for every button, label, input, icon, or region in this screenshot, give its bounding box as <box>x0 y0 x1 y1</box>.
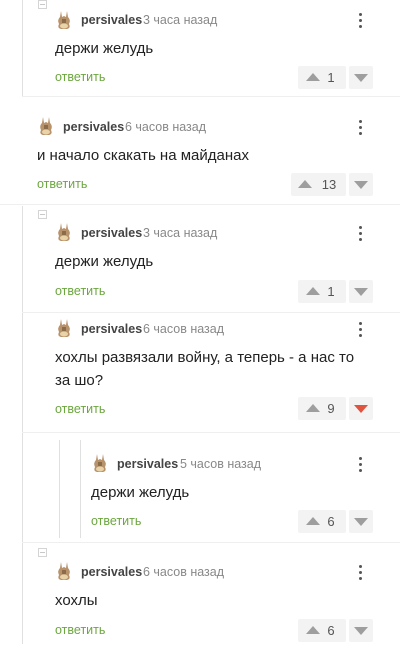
thread-line <box>59 440 60 538</box>
bunny-avatar-icon[interactable] <box>55 222 73 242</box>
reply-link[interactable]: ответить <box>55 402 105 416</box>
author-name[interactable]: persivales <box>81 226 142 240</box>
downvote-arrow-icon[interactable] <box>354 74 368 82</box>
rating-count: 1 <box>327 70 335 85</box>
divider <box>22 96 400 97</box>
comment-time[interactable]: 5 часов назад <box>180 457 261 471</box>
divider <box>0 204 400 205</box>
comment-text: хохлы <box>55 592 98 609</box>
upvote-arrow-icon[interactable] <box>298 180 312 188</box>
reply-link[interactable]: ответить <box>55 623 105 637</box>
comment-text: держи желудь <box>55 40 154 57</box>
collapse-toggle[interactable] <box>38 548 47 557</box>
comment-time[interactable]: 3 часа назад <box>143 13 217 27</box>
downvote-arrow-icon[interactable] <box>354 518 368 526</box>
divider <box>22 432 400 433</box>
bunny-avatar-icon[interactable] <box>91 453 109 473</box>
upvote-arrow-icon[interactable] <box>306 404 320 412</box>
upvote-arrow-icon[interactable] <box>306 287 320 295</box>
author-name[interactable]: persivales <box>117 457 178 471</box>
downvote-arrow-icon[interactable] <box>354 627 368 635</box>
thread-line <box>80 440 81 538</box>
more-vertical-icon[interactable] <box>359 457 363 473</box>
collapse-toggle[interactable] <box>38 210 47 219</box>
reply-link[interactable]: ответить <box>91 514 141 528</box>
bunny-avatar-icon[interactable] <box>37 116 55 136</box>
more-vertical-icon[interactable] <box>359 565 363 581</box>
more-vertical-icon[interactable] <box>359 226 363 242</box>
more-vertical-icon[interactable] <box>359 13 363 29</box>
upvote-arrow-icon[interactable] <box>306 626 320 634</box>
reply-link[interactable]: ответить <box>37 177 87 191</box>
rating-count: 9 <box>327 401 335 416</box>
downvote-arrow-icon[interactable] <box>354 405 368 413</box>
collapse-toggle[interactable] <box>38 0 47 9</box>
rating-count: 13 <box>321 177 337 192</box>
comment-time[interactable]: 6 часов назад <box>143 322 224 336</box>
divider <box>22 542 400 543</box>
comment-time[interactable]: 6 часов назад <box>143 565 224 579</box>
rating-count: 1 <box>327 284 335 299</box>
upvote-arrow-icon[interactable] <box>306 73 320 81</box>
bunny-avatar-icon[interactable] <box>55 561 73 581</box>
comment-text: и начало скакать на майданах <box>37 147 249 164</box>
thread-line <box>22 206 23 644</box>
downvote-arrow-icon[interactable] <box>354 181 368 189</box>
comment-time[interactable]: 3 часа назад <box>143 226 217 240</box>
upvote-arrow-icon[interactable] <box>306 517 320 525</box>
bunny-avatar-icon[interactable] <box>55 10 73 30</box>
reply-link[interactable]: ответить <box>55 70 105 84</box>
reply-link[interactable]: ответить <box>55 284 105 298</box>
author-name[interactable]: persivales <box>63 120 124 134</box>
rating-count: 6 <box>327 514 335 529</box>
divider <box>22 312 400 313</box>
more-vertical-icon[interactable] <box>359 322 363 338</box>
comment-text: держи желудь <box>91 484 190 501</box>
comment-text: держи желудь <box>55 253 154 270</box>
comment-text-line: за шо? <box>55 372 104 389</box>
bunny-avatar-icon[interactable] <box>55 318 73 338</box>
comment-text-line: хохлы развязали войну, а теперь - а нас … <box>55 349 355 366</box>
thread-line <box>22 0 23 96</box>
more-vertical-icon[interactable] <box>359 120 363 136</box>
downvote-arrow-icon[interactable] <box>354 288 368 296</box>
rating-count: 6 <box>327 623 335 638</box>
author-name[interactable]: persivales <box>81 13 142 27</box>
author-name[interactable]: persivales <box>81 565 142 579</box>
comment-time[interactable]: 6 часов назад <box>125 120 206 134</box>
author-name[interactable]: persivales <box>81 322 142 336</box>
